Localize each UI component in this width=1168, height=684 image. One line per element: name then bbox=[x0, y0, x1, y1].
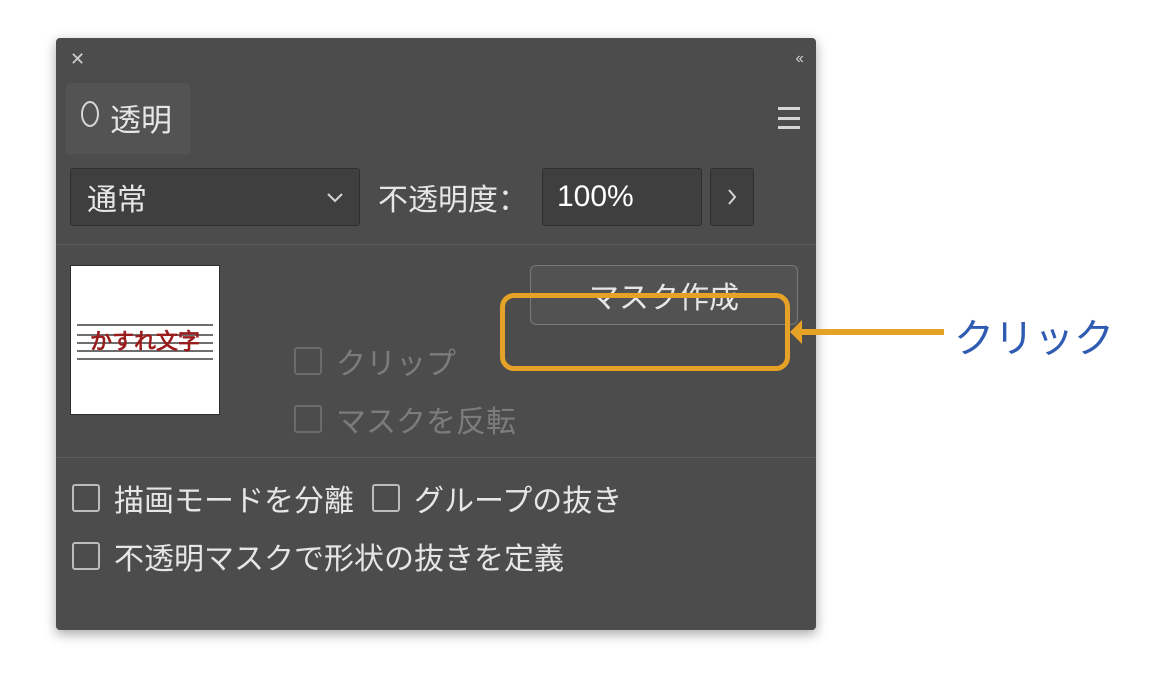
create-mask-button[interactable]: マスク作成 bbox=[530, 265, 798, 325]
artwork-thumbnail[interactable]: かすれ文字 bbox=[70, 265, 220, 415]
checkbox-icon bbox=[72, 484, 100, 512]
close-icon[interactable]: ✕ bbox=[70, 50, 85, 68]
checkbox-icon bbox=[294, 347, 322, 375]
clip-checkbox: クリップ bbox=[238, 339, 802, 383]
blend-mode-value: 通常 bbox=[87, 175, 147, 219]
blend-mode-dropdown[interactable]: 通常 bbox=[70, 168, 360, 226]
mask-row: かすれ文字 マスク作成 クリップ マスクを反転 bbox=[56, 245, 816, 458]
knockout-group-checkbox[interactable]: グループの抜き bbox=[372, 476, 622, 520]
controls-row: 通常 不透明度： 100% bbox=[56, 156, 816, 245]
checkbox-icon bbox=[372, 484, 400, 512]
panel-menu-icon[interactable] bbox=[778, 107, 806, 129]
isolate-blending-checkbox[interactable]: 描画モードを分離 bbox=[72, 476, 354, 520]
transparency-icon bbox=[80, 101, 100, 133]
tab-transparency[interactable]: 透明 bbox=[66, 83, 190, 154]
invert-mask-checkbox: マスクを反転 bbox=[238, 397, 802, 441]
mask-options-column: マスク作成 クリップ マスクを反転 bbox=[238, 265, 802, 441]
checkbox-icon bbox=[294, 405, 322, 433]
opacity-value: 100% bbox=[557, 180, 634, 214]
collapse-icon[interactable]: ‹‹ bbox=[795, 50, 802, 68]
opacity-mask-shape-label: 不透明マスクで形状の抜きを定義 bbox=[114, 534, 564, 578]
transparency-panel: ✕ ‹‹ 透明 通常 不透明度： 100% bbox=[56, 38, 816, 630]
tab-label: 透明 bbox=[110, 95, 172, 140]
isolate-blending-label: 描画モードを分離 bbox=[114, 476, 354, 520]
invert-mask-label: マスクを反転 bbox=[336, 397, 516, 441]
knockout-group-label: グループの抜き bbox=[414, 476, 622, 520]
annotation-label: クリック bbox=[954, 306, 1114, 364]
opacity-label: 不透明度： bbox=[368, 175, 534, 219]
thumbnail-text: かすれ文字 bbox=[90, 324, 200, 356]
annotation-arrow bbox=[794, 329, 944, 335]
opacity-mask-shape-checkbox[interactable]: 不透明マスクで形状の抜きを定義 bbox=[72, 534, 564, 578]
bottom-options: 描画モードを分離 グループの抜き 不透明マスクで形状の抜きを定義 bbox=[56, 458, 816, 596]
panel-titlebar: ✕ ‹‹ bbox=[56, 38, 816, 80]
chevron-down-icon bbox=[327, 187, 343, 208]
checkbox-icon bbox=[72, 542, 100, 570]
opacity-flyout-button[interactable] bbox=[710, 168, 754, 226]
opacity-input[interactable]: 100% bbox=[542, 168, 702, 226]
panel-tabrow: 透明 bbox=[56, 80, 816, 156]
create-mask-label: マスク作成 bbox=[589, 273, 739, 317]
clip-label: クリップ bbox=[336, 339, 456, 383]
